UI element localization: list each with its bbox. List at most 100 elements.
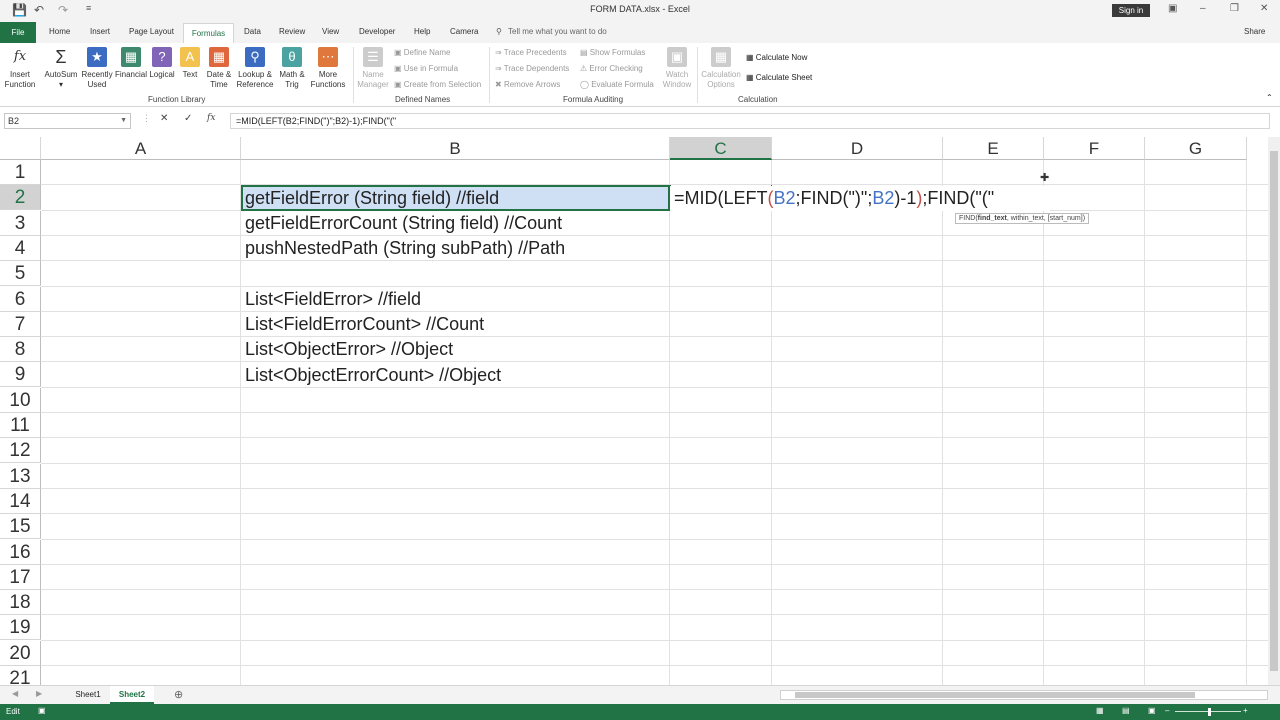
date-time-button[interactable]: ▦ Date & Time xyxy=(204,47,234,90)
watch-window-button[interactable]: ▣ Watch Window xyxy=(660,47,694,90)
cell-b4[interactable]: pushNestedPath (String subPath) //Path xyxy=(245,236,565,261)
create-from-selection-button[interactable]: ▣ Create from Selection xyxy=(394,80,481,89)
insert-function-icon[interactable]: fx xyxy=(207,113,215,123)
column-header-f[interactable]: F xyxy=(1044,137,1145,160)
row-header-8[interactable]: 8 xyxy=(0,337,41,363)
cell-b2[interactable]: getFieldError (String field) //field xyxy=(245,186,499,211)
row-header-17[interactable]: 17 xyxy=(0,564,41,590)
page-layout-view-icon[interactable]: ▤ xyxy=(1122,706,1130,715)
tab-insert[interactable]: Insert xyxy=(90,27,110,36)
column-header-g[interactable]: G xyxy=(1145,137,1247,160)
row-header-13[interactable]: 13 xyxy=(0,463,41,489)
row-header-9[interactable]: 9 xyxy=(0,362,41,388)
add-sheet-icon[interactable]: ⊕ xyxy=(174,688,183,701)
tab-page-layout[interactable]: Page Layout xyxy=(129,27,174,36)
insert-function-button[interactable]: fx Insert Function xyxy=(3,47,37,90)
autosum-button[interactable]: Σ AutoSum ▾ xyxy=(43,47,79,90)
row-header-16[interactable]: 16 xyxy=(0,539,41,565)
tab-formulas[interactable]: Formulas xyxy=(183,23,234,44)
zoom-out-icon[interactable]: – xyxy=(1165,706,1169,715)
row-header-4[interactable]: 4 xyxy=(0,235,41,261)
tab-data[interactable]: Data xyxy=(244,27,261,36)
zoom-slider-thumb[interactable] xyxy=(1208,708,1211,716)
cell-b7[interactable]: List<FieldErrorCount> //Count xyxy=(245,312,484,337)
cancel-icon[interactable]: ✕ xyxy=(160,113,168,124)
tell-me-box[interactable]: Tell me what you want to do xyxy=(508,27,607,36)
logical-button[interactable]: ? Logical xyxy=(148,47,176,80)
normal-view-icon[interactable]: ▦ xyxy=(1096,706,1104,715)
horizontal-scrollbar[interactable] xyxy=(780,690,1268,700)
text-button[interactable]: A Text xyxy=(178,47,202,80)
macro-record-icon[interactable]: ▣ xyxy=(38,706,46,715)
lookup-reference-button[interactable]: ⚲ Lookup & Reference xyxy=(235,47,275,90)
row-header-21[interactable]: 21 xyxy=(0,666,41,685)
show-formulas-button[interactable]: ▤ Show Formulas xyxy=(580,48,645,57)
zoom-in-icon[interactable]: + xyxy=(1243,706,1248,715)
calculate-sheet-button[interactable]: ▦ Calculate Sheet xyxy=(746,73,812,82)
row-header-12[interactable]: 12 xyxy=(0,438,41,464)
enter-icon[interactable]: ✓ xyxy=(184,113,192,124)
error-checking-button[interactable]: ⚠ Error Checking xyxy=(580,64,643,73)
calculation-options-button[interactable]: ▦ Calculation Options xyxy=(700,47,742,90)
row-header-19[interactable]: 19 xyxy=(0,615,41,641)
column-header-a[interactable]: A xyxy=(41,137,241,160)
minimize-icon[interactable]: – xyxy=(1200,3,1206,14)
more-functions-button[interactable]: ⋯ More Functions xyxy=(307,47,349,90)
row-header-3[interactable]: 3 xyxy=(0,210,41,236)
calculate-now-button[interactable]: ▦ Calculate Now xyxy=(746,53,807,62)
page-break-view-icon[interactable]: ▣ xyxy=(1148,706,1156,715)
math-trig-button[interactable]: θ Math & Trig xyxy=(276,47,308,90)
name-box[interactable]: B2 ▼ xyxy=(4,113,131,129)
row-header-2[interactable]: 2 xyxy=(0,185,41,211)
row-header-11[interactable]: 11 xyxy=(0,413,41,438)
row-header-14[interactable]: 14 xyxy=(0,488,41,514)
share-button[interactable]: Share xyxy=(1244,27,1265,36)
define-name-button[interactable]: ▣ Define Name xyxy=(394,48,450,57)
close-icon[interactable]: ✕ xyxy=(1260,3,1268,14)
row-header-18[interactable]: 18 xyxy=(0,590,41,616)
sign-in-button[interactable]: Sign in xyxy=(1112,4,1150,17)
ribbon-display-icon[interactable]: ▣ xyxy=(1168,3,1177,14)
collapse-ribbon-icon[interactable]: ⌃ xyxy=(1266,93,1273,102)
evaluate-formula-button[interactable]: ◯ Evaluate Formula xyxy=(580,80,654,89)
row-header-15[interactable]: 15 xyxy=(0,514,41,540)
horizontal-scroll-thumb[interactable] xyxy=(795,692,1195,698)
scroll-left-icon[interactable]: ◀ xyxy=(12,689,18,698)
cell-grid[interactable]: 1 2 3 4 5 6 7 8 9 10 11 12 13 14 15 16 17 18 19 20 21 getFie… xyxy=(0,160,1268,685)
sheet-tab-sheet2[interactable]: Sheet2 xyxy=(110,686,154,704)
tab-file[interactable]: File xyxy=(0,22,36,43)
tab-developer[interactable]: Developer xyxy=(359,27,395,36)
tab-review[interactable]: Review xyxy=(279,27,305,36)
row-header-7[interactable]: 7 xyxy=(0,311,41,337)
restore-icon[interactable]: ❐ xyxy=(1230,3,1239,14)
chevron-down-icon[interactable]: ▼ xyxy=(120,114,127,128)
tab-home[interactable]: Home xyxy=(49,27,70,36)
cell-b6[interactable]: List<FieldError> //field xyxy=(245,287,421,312)
cell-b3[interactable]: getFieldErrorCount (String field) //Coun… xyxy=(245,211,562,236)
tab-help[interactable]: Help xyxy=(414,27,430,36)
name-manager-button[interactable]: ☰ Name Manager xyxy=(356,47,390,90)
sheet-tab-sheet1[interactable]: Sheet1 xyxy=(66,686,110,704)
column-header-e[interactable]: E xyxy=(943,137,1044,160)
vertical-scrollbar[interactable] xyxy=(1268,137,1280,685)
financial-button[interactable]: ▦ Financial xyxy=(114,47,148,80)
recently-used-button[interactable]: ★ Recently Used xyxy=(80,47,114,90)
column-header-b[interactable]: B xyxy=(241,137,670,160)
row-header-1[interactable]: 1 xyxy=(0,160,41,185)
tab-camera[interactable]: Camera xyxy=(450,27,478,36)
formula-input[interactable]: =MID(LEFT(B2;FIND(")";B2)-1);FIND("(" xyxy=(230,113,1270,129)
cell-b9[interactable]: List<ObjectErrorCount> //Object xyxy=(245,363,501,388)
tab-view[interactable]: View xyxy=(322,27,339,36)
column-header-c[interactable]: C xyxy=(670,137,772,160)
trace-dependents-button[interactable]: ⇒ Trace Dependents xyxy=(495,64,569,73)
remove-arrows-button[interactable]: ✖ Remove Arrows xyxy=(495,80,560,89)
row-header-5[interactable]: 5 xyxy=(0,261,41,287)
scroll-right-icon[interactable]: ▶ xyxy=(36,689,42,698)
cell-b8[interactable]: List<ObjectError> //Object xyxy=(245,337,453,362)
select-all-corner[interactable] xyxy=(0,137,41,160)
column-header-d[interactable]: D xyxy=(772,137,943,160)
use-in-formula-button[interactable]: ▣ Use in Formula xyxy=(394,64,458,73)
row-header-20[interactable]: 20 xyxy=(0,640,41,666)
vertical-scroll-thumb[interactable] xyxy=(1270,151,1278,671)
trace-precedents-button[interactable]: ⇒ Trace Precedents xyxy=(495,48,567,57)
